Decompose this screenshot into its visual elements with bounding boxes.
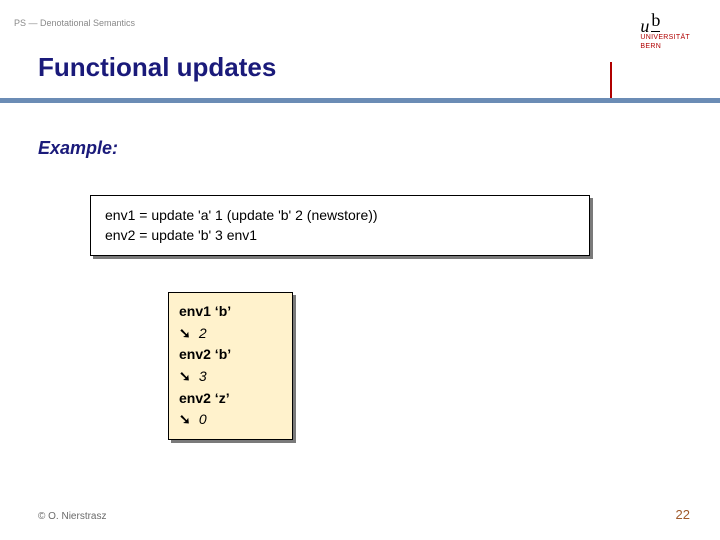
logo-u: u: [640, 16, 649, 36]
result-val-1: ➘ 2: [179, 323, 282, 345]
result-expr-1: env1 ‘b’: [179, 301, 282, 323]
arrow-icon: ➘: [179, 323, 195, 345]
page-number: 22: [676, 507, 690, 522]
breadcrumb: PS — Denotational Semantics: [14, 18, 135, 28]
result-val-3: ➘ 0: [179, 409, 282, 431]
code-definitions-box: env1 = update 'a' 1 (update 'b' 2 (newst…: [90, 195, 590, 256]
arrow-icon: ➘: [179, 366, 195, 388]
divider-bar: [0, 98, 720, 103]
code-line-1: env1 = update 'a' 1 (update 'b' 2 (newst…: [105, 206, 575, 226]
logo-b: b: [651, 10, 660, 32]
page-title: Functional updates: [38, 52, 276, 83]
code-line-2: env2 = update 'b' 3 env1: [105, 226, 575, 246]
copyright: © O. Nierstrasz: [38, 511, 107, 522]
code-results-box: env1 ‘b’ ➘ 2 env2 ‘b’ ➘ 3 env2 ‘z’ ➘ 0: [168, 292, 293, 440]
logo-bern: BERN: [640, 43, 690, 50]
logo-vertical-bar: [610, 62, 612, 102]
arrow-icon: ➘: [179, 409, 195, 431]
result-expr-2: env2 ‘b’: [179, 344, 282, 366]
example-label: Example:: [38, 138, 118, 159]
university-logo: ub UNIVERSITÄT BERN: [640, 10, 690, 50]
result-val-2: ➘ 3: [179, 366, 282, 388]
result-expr-3: env2 ‘z’: [179, 388, 282, 410]
